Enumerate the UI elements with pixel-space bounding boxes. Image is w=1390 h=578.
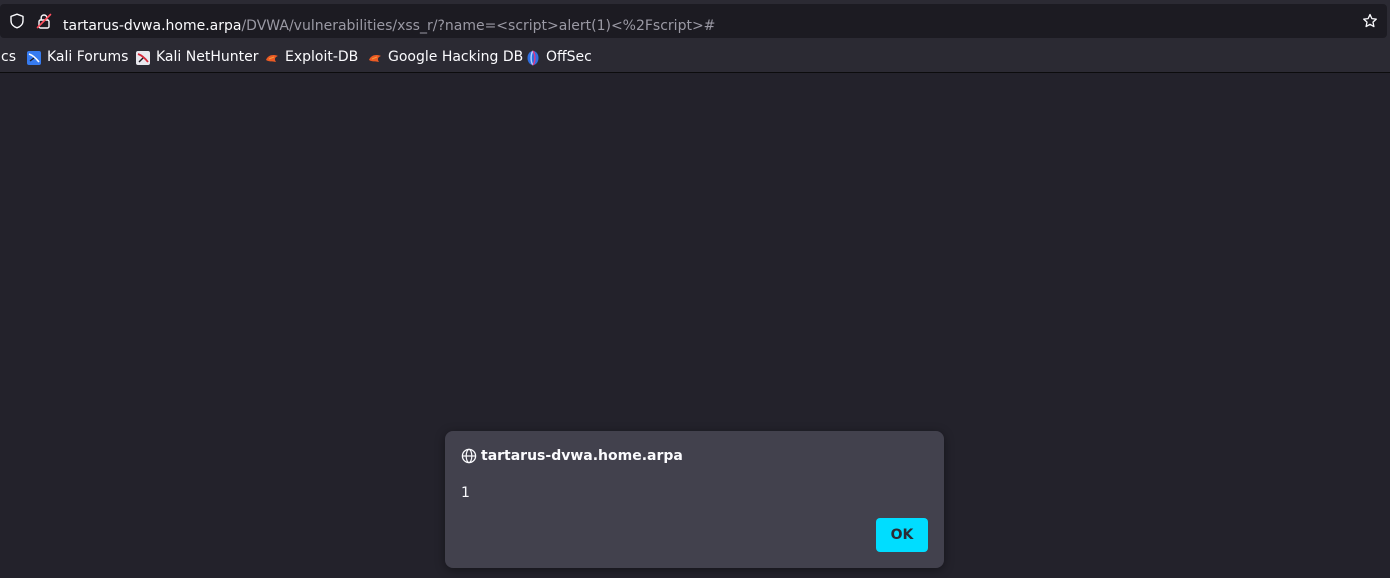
url-host: tartarus-dvwa.home.arpa	[63, 18, 242, 34]
google-hacking-db-icon	[369, 55, 381, 62]
bookmark-label: Google Hacking DB	[388, 49, 524, 65]
bookmark-label: Exploit-DB	[285, 49, 359, 65]
bookmark-label: OffSec	[546, 49, 592, 65]
bookmark-star-icon[interactable]	[1362, 13, 1378, 29]
bookmarks-toolbar: cs Kali Forums Kali NetHunter Exploit-DB…	[0, 41, 1390, 73]
bookmark-partial-label: cs	[1, 49, 16, 65]
kali-forums-icon	[27, 51, 41, 65]
alert-dialog: tartarus-dvwa.home.arpa 1 OK	[445, 431, 944, 568]
alert-message: 1	[461, 485, 470, 501]
bookmark-partial[interactable]: cs	[1, 48, 16, 66]
globe-icon	[461, 448, 477, 464]
url-path: /DVWA/vulnerabilities/xss_r/?name=<scrip…	[241, 18, 716, 34]
bookmark-label: Kali NetHunter	[156, 49, 259, 65]
shield-icon[interactable]	[9, 13, 25, 29]
offsec-icon	[527, 50, 539, 66]
alert-origin: tartarus-dvwa.home.arpa	[481, 448, 683, 464]
url-bar[interactable]: tartarus-dvwa.home.arpa/DVWA/vulnerabili…	[0, 4, 1387, 38]
exploit-db-icon	[266, 55, 278, 62]
kali-nethunter-icon	[136, 51, 150, 65]
bookmark-label: Kali Forums	[47, 49, 129, 65]
ok-button[interactable]: OK	[876, 518, 928, 552]
url-text[interactable]: tartarus-dvwa.home.arpa/DVWA/vulnerabili…	[63, 16, 715, 36]
insecure-lock-icon[interactable]	[36, 13, 52, 29]
browser-toolbar: tartarus-dvwa.home.arpa/DVWA/vulnerabili…	[0, 0, 1390, 41]
